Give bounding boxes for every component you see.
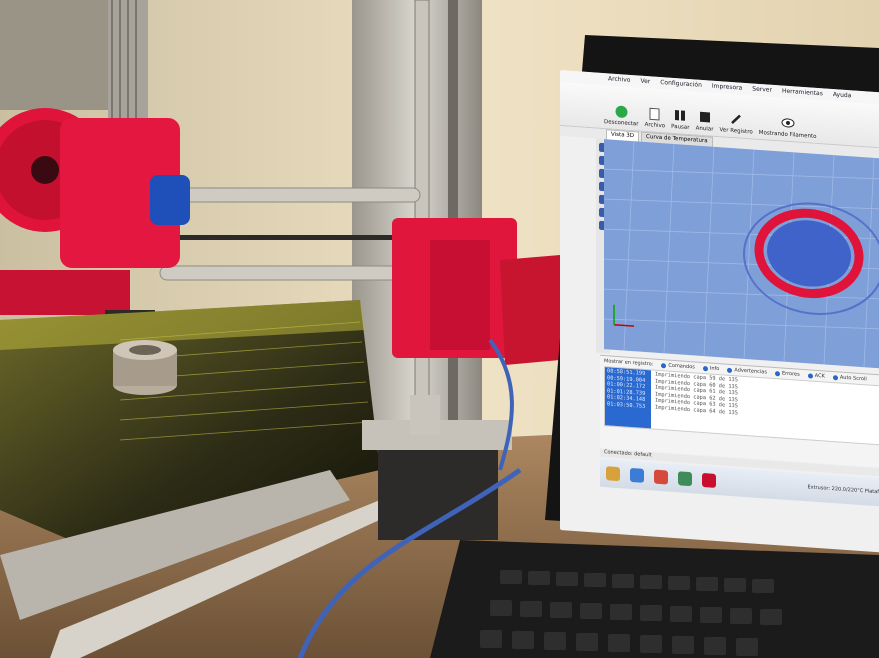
file-icon bbox=[648, 106, 662, 121]
menu-item[interactable]: Archivo bbox=[608, 75, 630, 87]
file-button[interactable]: Archivo bbox=[645, 106, 665, 129]
show-filament-button[interactable]: Mostrando Filamento bbox=[759, 114, 817, 140]
app-icon[interactable] bbox=[630, 467, 644, 483]
filter-ack[interactable]: ACK bbox=[807, 372, 825, 380]
eye-icon bbox=[781, 115, 795, 130]
log-messages: Imprimiendo capa 59 de 135 Imprimiendo c… bbox=[651, 370, 742, 434]
red-cloth bbox=[500, 255, 560, 365]
stop-icon bbox=[698, 110, 712, 125]
x-rod-bottom bbox=[159, 265, 421, 281]
pause-icon bbox=[673, 108, 687, 123]
filter-errors[interactable]: Errores bbox=[774, 370, 800, 378]
stop-button[interactable]: Anular bbox=[696, 109, 713, 133]
pencil-icon bbox=[729, 112, 743, 127]
extruder-status: Extrusor: 220.0/220°C Plataforma bbox=[807, 484, 879, 497]
power-icon bbox=[614, 104, 628, 119]
repetier-icon[interactable] bbox=[702, 472, 716, 488]
menu-item[interactable]: Server bbox=[752, 85, 772, 96]
menu-item[interactable]: Impresora bbox=[712, 83, 742, 95]
filter-info[interactable]: Info bbox=[702, 365, 719, 372]
explorer-icon[interactable] bbox=[606, 466, 620, 482]
3d-viewport[interactable] bbox=[604, 139, 879, 370]
disconnect-button[interactable]: Desconectar bbox=[604, 103, 639, 127]
menu-item[interactable]: Ayuda bbox=[833, 91, 852, 102]
heatsink-fins bbox=[108, 0, 148, 130]
coupler bbox=[410, 395, 440, 435]
axis-origin bbox=[613, 304, 634, 327]
belt bbox=[170, 235, 420, 240]
menu-item[interactable]: Ver bbox=[640, 78, 650, 89]
filter-autoscroll[interactable]: Auto Scroll bbox=[832, 374, 867, 382]
blue-fan bbox=[150, 175, 190, 225]
photo-scene: Archivo Ver Configuración Impresora Serv… bbox=[0, 0, 879, 658]
laptop-screen: Archivo Ver Configuración Impresora Serv… bbox=[560, 70, 879, 554]
app-icon[interactable] bbox=[678, 471, 692, 487]
log-timestamps: 00:58:51.199 00:59:19.004 01:00:22.172 0… bbox=[605, 367, 651, 429]
print-model bbox=[743, 202, 879, 315]
x-rod-top bbox=[169, 187, 421, 203]
power-supply bbox=[0, 0, 120, 110]
view-log-button[interactable]: Ver Registro bbox=[719, 111, 753, 135]
chrome-icon[interactable] bbox=[654, 469, 668, 485]
filter-commands[interactable]: Comandos bbox=[661, 362, 695, 370]
pause-button[interactable]: Pausar bbox=[671, 108, 690, 131]
